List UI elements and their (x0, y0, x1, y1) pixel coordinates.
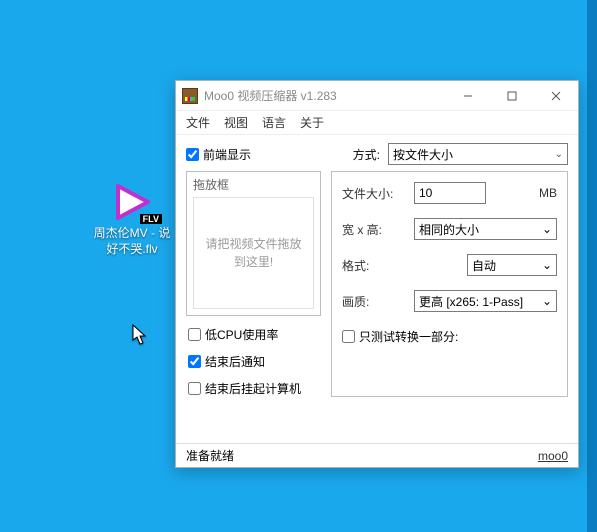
shutdown-input[interactable] (188, 382, 201, 395)
menu-language[interactable]: 语言 (262, 114, 286, 131)
front-display-label: 前端显示 (203, 146, 251, 163)
menu-about[interactable]: 关于 (300, 114, 324, 131)
test-convert-input[interactable] (342, 330, 355, 343)
shutdown-checkbox[interactable]: 结束后挂起计算机 (188, 380, 321, 397)
status-text: 准备就绪 (186, 447, 234, 464)
mouse-cursor (132, 324, 148, 346)
settings-panel: 文件大小: MB 宽 x 高: 相同的大小 ⌄ 格式: 自动 ⌄ (331, 171, 568, 397)
menu-file[interactable]: 文件 (186, 114, 210, 131)
menubar: 文件 视图 语言 关于 (176, 111, 578, 135)
chevron-down-icon: ⌄ (542, 258, 552, 272)
low-cpu-input[interactable] (188, 328, 201, 341)
notify-label: 结束后通知 (205, 353, 265, 370)
format-combobox[interactable]: 自动 ⌄ (467, 254, 557, 276)
dropzone[interactable]: 拖放框 请把视频文件拖放到这里! (186, 171, 321, 316)
flv-badge: FLV (140, 214, 162, 224)
desktop-right-edge (587, 0, 597, 532)
low-cpu-label: 低CPU使用率 (205, 326, 278, 343)
chevron-down-icon: ⌄ (542, 294, 552, 308)
method-combobox[interactable]: 按文件大小 ⌄ (388, 143, 568, 165)
format-value: 自动 (472, 257, 496, 274)
shutdown-label: 结束后挂起计算机 (205, 380, 301, 397)
test-convert-label: 只测试转换一部分: (359, 328, 458, 345)
file-label: 周杰伦MV - 说好不哭.flv (88, 226, 176, 257)
quality-value: 更高 [x265: 1-Pass] (419, 293, 538, 310)
front-display-input[interactable] (186, 148, 199, 161)
method-label: 方式: (353, 146, 380, 163)
filesize-input[interactable] (414, 182, 486, 204)
low-cpu-checkbox[interactable]: 低CPU使用率 (188, 326, 321, 343)
dropzone-hint: 请把视频文件拖放到这里! (193, 197, 314, 309)
method-value: 按文件大小 (393, 146, 453, 163)
notify-input[interactable] (188, 355, 201, 368)
close-button[interactable] (534, 81, 578, 111)
moo0-link[interactable]: moo0 (538, 449, 568, 463)
titlebar[interactable]: Moo0 视频压缩器 v1.283 (176, 81, 578, 111)
dropzone-title: 拖放框 (193, 176, 314, 193)
dimension-combobox[interactable]: 相同的大小 ⌄ (414, 218, 557, 240)
format-label: 格式: (342, 257, 406, 274)
window-title: Moo0 视频压缩器 v1.283 (204, 87, 446, 104)
notify-checkbox[interactable]: 结束后通知 (188, 353, 321, 370)
front-display-checkbox[interactable]: 前端显示 (186, 146, 251, 163)
dimension-label: 宽 x 高: (342, 221, 406, 238)
video-thumbnail: FLV (108, 182, 156, 222)
quality-label: 画质: (342, 293, 406, 310)
test-convert-checkbox[interactable]: 只测试转换一部分: (342, 328, 458, 345)
app-window: Moo0 视频压缩器 v1.283 文件 视图 语言 关于 前端显示 方式: (175, 80, 579, 468)
statusbar: 准备就绪 moo0 (176, 443, 578, 467)
desktop-file-icon[interactable]: FLV 周杰伦MV - 说好不哭.flv (88, 182, 176, 257)
chevron-down-icon: ⌄ (542, 222, 552, 236)
filesize-unit: MB (539, 186, 557, 200)
filesize-label: 文件大小: (342, 185, 406, 202)
chevron-down-icon: ⌄ (555, 149, 563, 160)
app-icon (182, 88, 198, 104)
menu-view[interactable]: 视图 (224, 114, 248, 131)
maximize-button[interactable] (490, 81, 534, 111)
dimension-value: 相同的大小 (419, 221, 479, 238)
quality-combobox[interactable]: 更高 [x265: 1-Pass] ⌄ (414, 290, 557, 312)
minimize-button[interactable] (446, 81, 490, 111)
